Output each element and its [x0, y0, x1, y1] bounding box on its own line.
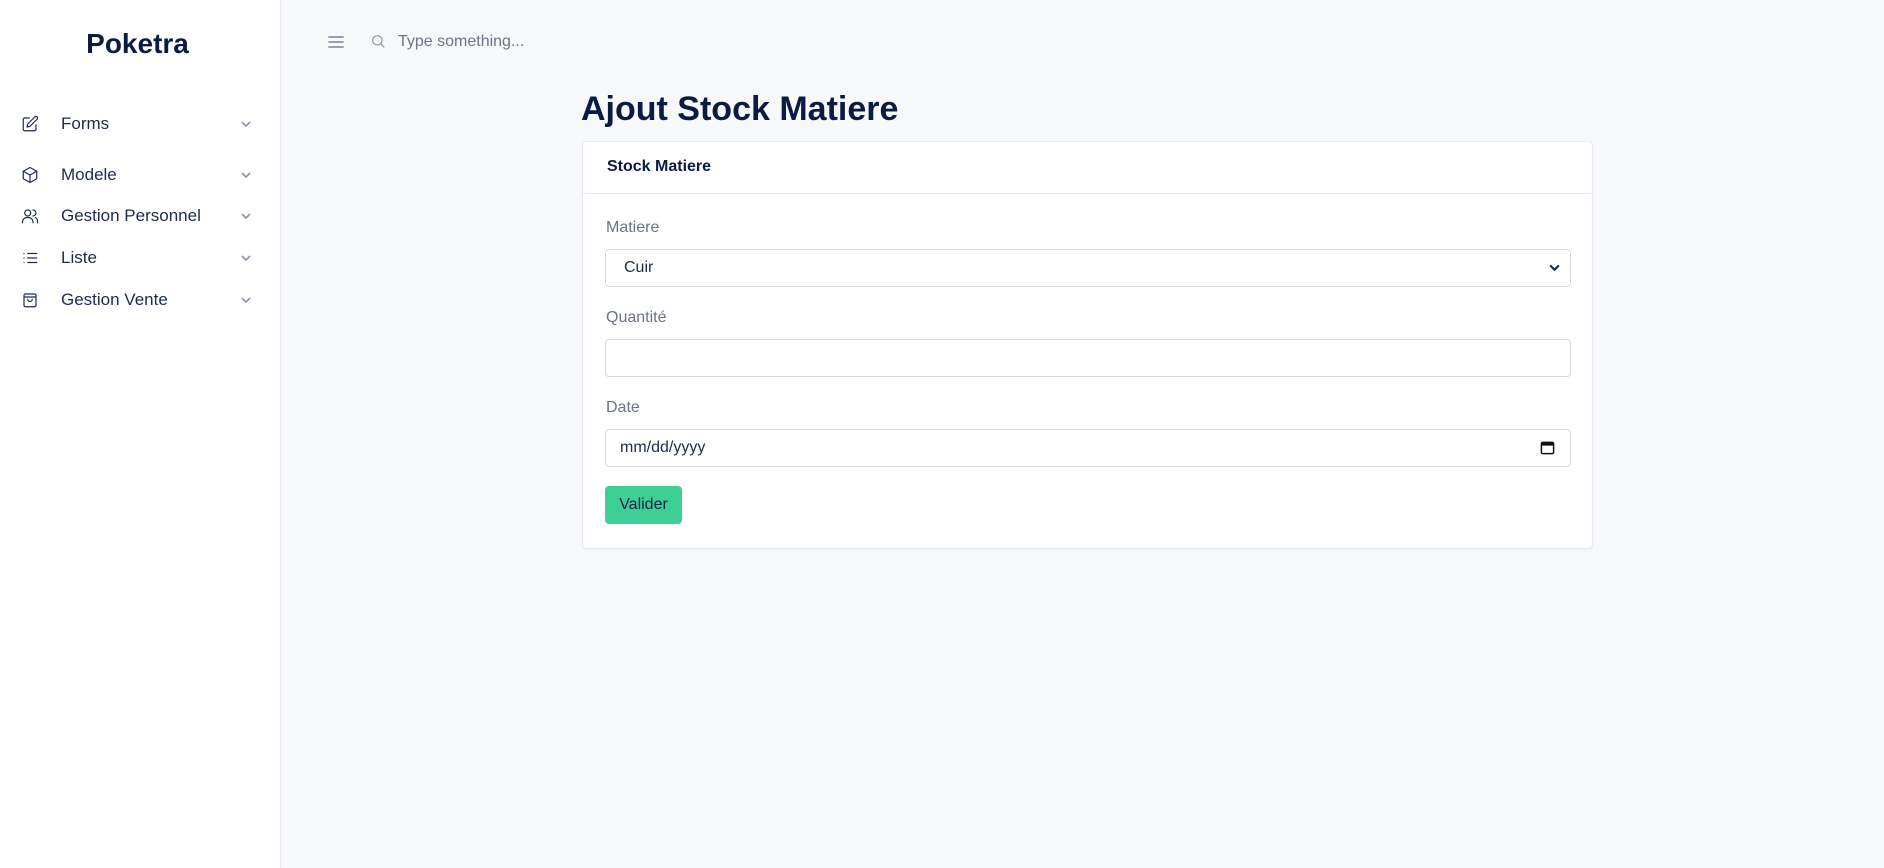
cube-icon — [20, 165, 40, 185]
date-input[interactable]: mm/dd/yyyy — [605, 429, 1571, 467]
sidebar-item-gestion-vente[interactable]: Gestion Vente — [0, 283, 281, 317]
search-input[interactable] — [398, 33, 638, 51]
date-label: Date — [606, 399, 640, 416]
hamburger-menu-icon[interactable] — [326, 32, 346, 52]
shopping-bag-icon — [20, 290, 40, 310]
brand-logo[interactable]: Poketra — [0, 28, 275, 60]
sidebar-item-label: Liste — [61, 248, 97, 267]
users-icon — [20, 206, 40, 226]
matiere-select[interactable]: Cuir — [605, 249, 1571, 287]
sidebar: Poketra Forms Modele Gestion Personnel L — [0, 0, 281, 868]
quantite-input[interactable] — [605, 339, 1571, 377]
sidebar-item-modele[interactable]: Modele — [0, 158, 281, 192]
edit-icon — [20, 114, 40, 134]
calendar-icon[interactable] — [1540, 440, 1556, 456]
chevron-down-icon — [240, 209, 254, 223]
sidebar-item-label: Forms — [61, 114, 110, 133]
sidebar-item-forms[interactable]: Forms — [0, 107, 281, 141]
sidebar-item-label: Gestion Vente — [61, 290, 168, 309]
chevron-down-icon — [1548, 261, 1562, 275]
quantite-label: Quantité — [606, 309, 667, 326]
sidebar-item-gestion-personnel[interactable]: Gestion Personnel — [0, 199, 281, 233]
page-title: Ajout Stock Matiere — [581, 90, 899, 128]
sidebar-item-label: Modele — [61, 165, 117, 184]
date-placeholder: mm/dd/yyyy — [620, 439, 706, 456]
matiere-label: Matiere — [606, 219, 660, 236]
sidebar-item-label: Gestion Personnel — [61, 206, 201, 225]
chevron-down-icon — [240, 251, 254, 265]
matiere-selected-value: Cuir — [624, 259, 654, 276]
search-icon — [370, 33, 388, 51]
sidebar-item-liste[interactable]: Liste — [0, 241, 281, 275]
card-header: Stock Matiere — [583, 142, 1592, 194]
chevron-down-icon — [240, 168, 254, 182]
chevron-down-icon — [240, 293, 254, 307]
list-icon — [20, 248, 40, 268]
card-title: Stock Matiere — [607, 158, 712, 175]
search-bar — [370, 28, 670, 56]
chevron-down-icon — [240, 117, 254, 131]
valider-button[interactable]: Valider — [605, 486, 682, 524]
form-card: Stock Matiere Matiere Cuir Quantité Date… — [582, 141, 1593, 549]
